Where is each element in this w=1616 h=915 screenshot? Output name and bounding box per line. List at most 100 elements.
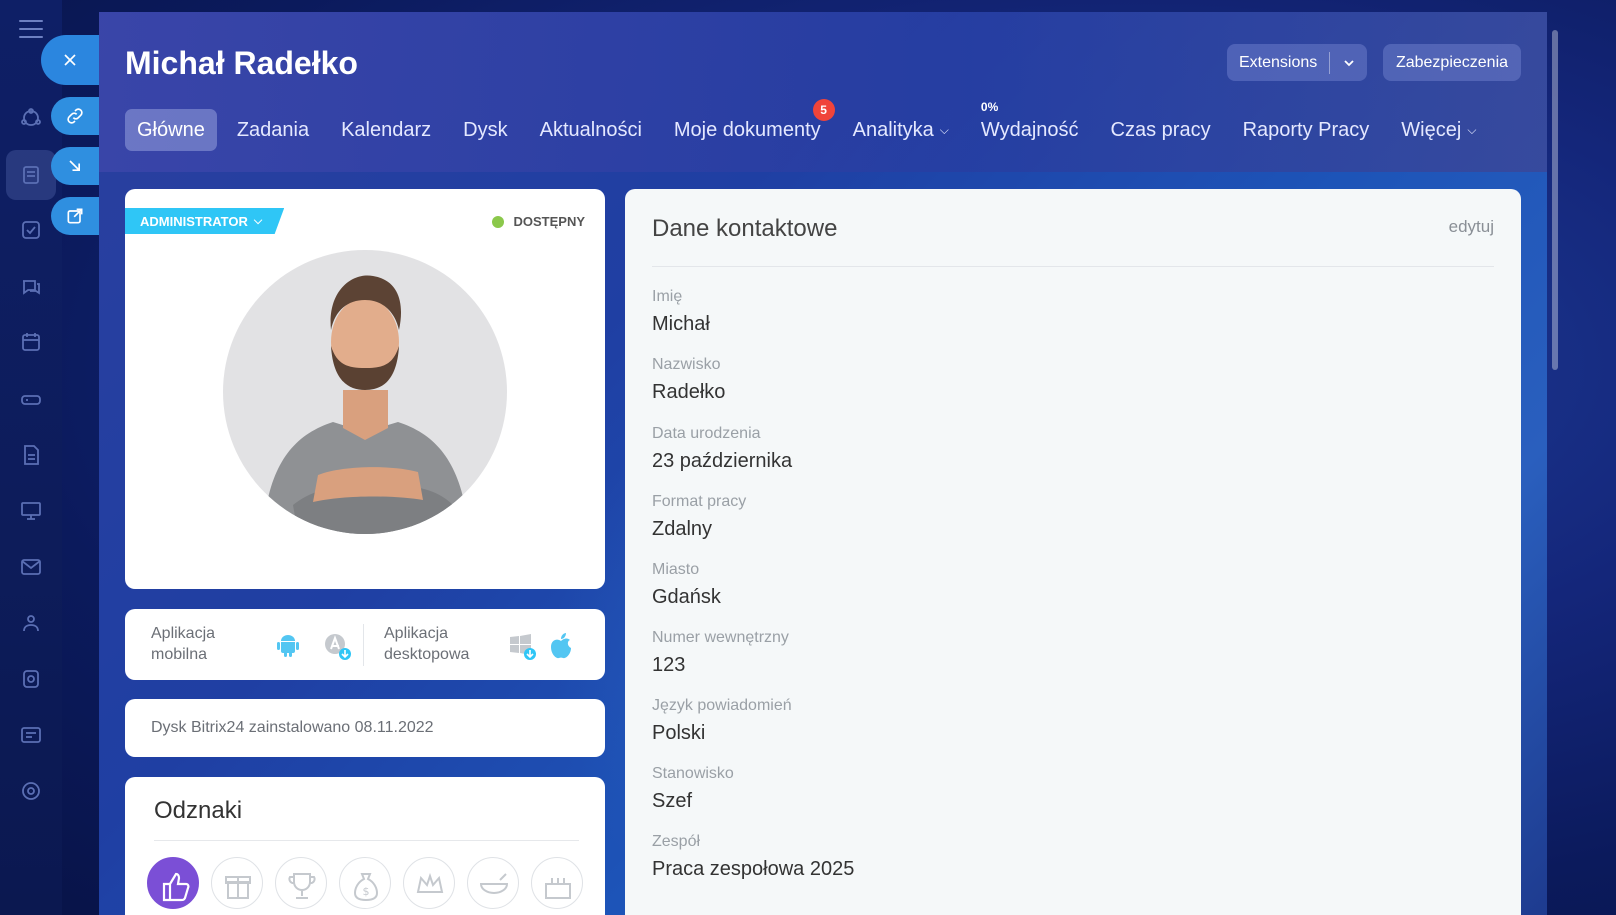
desktop-app-group: Aplikacja desktopowa	[384, 609, 574, 680]
marketing-icon[interactable]	[16, 776, 46, 806]
field-birth-date: Data urodzenia 23 października	[652, 425, 792, 473]
field-label: Data urodzenia	[652, 425, 761, 442]
tab-main[interactable]: Główne	[125, 109, 217, 151]
chat-icon[interactable]	[16, 272, 46, 302]
field-label: Zespół	[652, 833, 701, 850]
notification-badge: 5	[812, 99, 835, 121]
field-last-name: Nazwisko Radełko	[652, 356, 725, 404]
crown-badge-icon[interactable]	[403, 857, 455, 909]
tab-label: Moje dokumenty	[673, 118, 821, 141]
tab-worktime[interactable]: Czas pracy	[1099, 109, 1223, 151]
role-label: ADMINISTRATOR	[140, 213, 248, 229]
apple-icon[interactable]	[548, 632, 574, 658]
role-dropdown[interactable]: ADMINISTRATOR ⌵	[125, 208, 285, 234]
status-dot-icon	[492, 215, 505, 228]
feed-icon[interactable]	[6, 150, 56, 200]
mail-icon[interactable]	[16, 552, 46, 582]
field-value: Michał	[652, 313, 710, 335]
tab-news[interactable]: Aktualności	[528, 109, 654, 151]
profile-card: ADMINISTRATOR ⌵ DOSTĘPNY	[125, 189, 605, 589]
tab-label: Główne	[137, 118, 205, 141]
app-store-icon[interactable]	[323, 632, 351, 660]
field-value: Zdalny	[652, 518, 713, 540]
windows-icon[interactable]	[508, 632, 536, 660]
cake-badge-icon[interactable]	[531, 857, 583, 909]
documents-icon[interactable]	[16, 440, 46, 470]
tab-efficiency[interactable]: 0% Wydajność	[969, 100, 1091, 151]
field-value: Praca zespołowa 2025	[652, 858, 855, 880]
efficiency-percent: 0%	[980, 100, 999, 114]
left-navigation	[0, 0, 62, 915]
label-line: mobilna	[151, 645, 208, 663]
copy-link-button[interactable]	[51, 97, 99, 135]
open-new-window-button[interactable]	[51, 197, 99, 235]
external-link-icon	[67, 208, 83, 224]
field-team: Zespół Praca zespołowa 2025	[652, 833, 854, 881]
dish-badge-icon[interactable]	[467, 857, 519, 909]
chevron-down-icon: ⌵	[253, 214, 263, 227]
field-position: Stanowisko Szef	[652, 765, 734, 813]
drive-icon[interactable]	[16, 384, 46, 414]
tab-work-reports[interactable]: Raporty Pracy	[1231, 109, 1382, 151]
contact-title: Dane kontaktowe	[652, 215, 838, 242]
minimize-button[interactable]	[51, 147, 99, 185]
apps-card: Aplikacja mobilna Aplikacja desktopowa	[125, 609, 605, 680]
gift-badge-icon[interactable]	[211, 857, 263, 909]
divider	[363, 623, 364, 666]
disk-info-text: Dysk Bitrix24 zainstalowano 08.11.2022	[151, 719, 434, 736]
tab-label: Więcej	[1401, 118, 1462, 141]
tasks-icon[interactable]	[16, 215, 46, 245]
avatar[interactable]	[223, 250, 507, 534]
edit-link[interactable]: edytuj	[1449, 217, 1494, 237]
presentation-icon[interactable]	[16, 496, 46, 526]
thumbs-up-badge-icon[interactable]	[147, 857, 199, 909]
tab-calendar[interactable]: Kalendarz	[329, 109, 443, 151]
tab-label: Wydajność	[980, 118, 1079, 141]
tab-tasks[interactable]: Zadania	[225, 109, 321, 151]
field-label: Imię	[652, 288, 683, 305]
automation-icon[interactable]	[16, 664, 46, 694]
tab-bar: Główne Zadania Kalendarz Dysk Aktualnośc…	[125, 99, 1496, 151]
trophy-badge-icon[interactable]	[275, 857, 327, 909]
tab-analytics[interactable]: Analityka ⌵	[841, 109, 961, 151]
close-button[interactable]	[41, 35, 99, 85]
field-notification-language: Język powiadomień Polski	[652, 697, 792, 745]
tab-drive[interactable]: Dysk	[451, 109, 519, 151]
calendar-icon[interactable]	[16, 327, 46, 357]
user-profile-panel: Michał Radełko Extensions Zabezpieczenia…	[99, 12, 1547, 915]
field-work-format: Format pracy Zdalny	[652, 493, 746, 541]
field-label: Numer wewnętrzny	[652, 629, 789, 646]
badges-title: Odznaki	[154, 797, 243, 824]
chevron-down-icon: ⌵	[939, 122, 949, 137]
employees-icon[interactable]	[16, 608, 46, 638]
field-extension-number: Numer wewnętrzny 123	[652, 629, 789, 677]
money-bag-badge-icon[interactable]: $	[339, 857, 391, 909]
android-icon[interactable]	[275, 632, 301, 658]
arrow-down-right-icon	[69, 160, 80, 171]
label-line: Aplikacja	[151, 624, 216, 642]
divider	[154, 840, 579, 841]
tab-more[interactable]: Więcej ⌵	[1389, 109, 1488, 151]
tab-my-documents[interactable]: Moje dokumenty 5	[662, 99, 835, 151]
badges-card: Odznaki $	[125, 777, 605, 915]
collaboration-icon[interactable]	[16, 103, 46, 133]
field-label: Format pracy	[652, 493, 747, 510]
mobile-app-group: Aplikacja mobilna	[125, 609, 351, 680]
scrollbar[interactable]	[1552, 30, 1558, 370]
tab-label: Dysk	[463, 118, 508, 141]
extensions-label: Extensions	[1239, 53, 1318, 71]
desktop-app-label: Aplikacja desktopowa	[384, 624, 488, 666]
status-label: DOSTĘPNY	[513, 214, 585, 229]
field-first-name: Imię Michał	[652, 288, 710, 336]
extensions-button[interactable]: Extensions	[1227, 44, 1367, 81]
divider	[652, 266, 1494, 267]
page-title: Michał Radełko	[125, 45, 358, 81]
sites-icon[interactable]	[16, 720, 46, 750]
field-value: Gdańsk	[652, 586, 721, 608]
field-label: Język powiadomień	[652, 697, 792, 714]
security-button[interactable]: Zabezpieczenia	[1383, 44, 1521, 81]
chevron-down-icon[interactable]	[1330, 56, 1367, 70]
menu-icon[interactable]	[19, 20, 43, 38]
svg-text:$: $	[363, 885, 370, 898]
field-label: Nazwisko	[652, 356, 721, 373]
